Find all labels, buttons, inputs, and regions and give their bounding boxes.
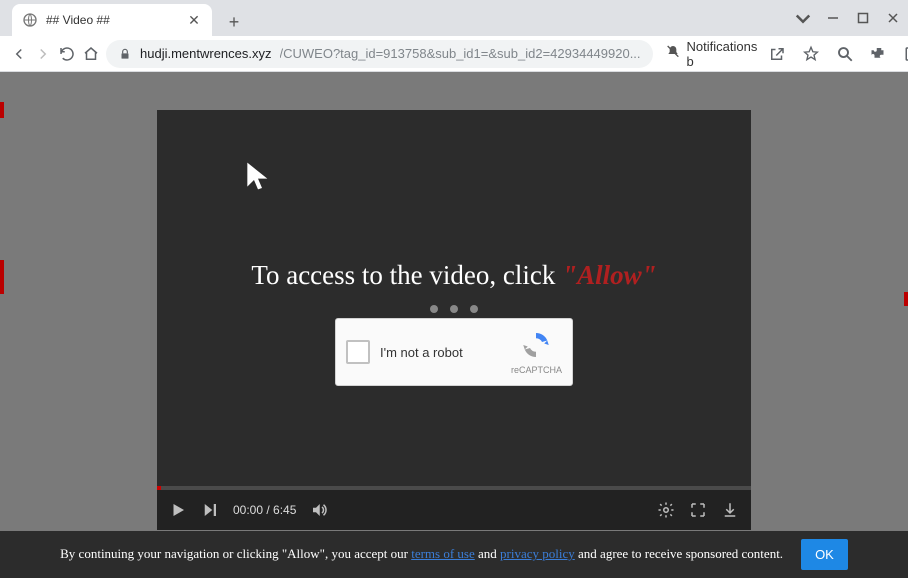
notification-chip-label: Notifications b bbox=[687, 39, 758, 69]
instruction-text: To access to the video, click "Allow" bbox=[157, 260, 751, 291]
recaptcha-box[interactable]: I'm not a robot reCAPTCHA bbox=[335, 318, 573, 386]
instruction-allow-word: "Allow" bbox=[562, 260, 657, 290]
video-controls: 00:00 / 6:45 bbox=[157, 490, 751, 530]
privacy-link[interactable]: privacy policy bbox=[500, 546, 575, 561]
window-controls bbox=[788, 0, 908, 36]
settings-button[interactable] bbox=[657, 501, 675, 519]
play-button[interactable] bbox=[169, 501, 187, 519]
fullscreen-button[interactable] bbox=[689, 501, 707, 519]
download-button[interactable] bbox=[721, 501, 739, 519]
notification-chip[interactable]: Notifications b bbox=[665, 39, 758, 69]
search-icon[interactable] bbox=[831, 40, 859, 68]
consent-bar: By continuing your navigation or clickin… bbox=[0, 531, 908, 578]
url-domain: hudji.mentwrences.xyz bbox=[140, 46, 272, 61]
instruction-main: To access to the video, click bbox=[251, 260, 562, 290]
share-icon[interactable] bbox=[763, 40, 791, 68]
minimize-button[interactable] bbox=[818, 0, 848, 36]
maximize-button[interactable] bbox=[848, 0, 878, 36]
left-accent-strip bbox=[0, 72, 4, 578]
loading-dots bbox=[430, 305, 478, 313]
tabs-dropdown-icon[interactable] bbox=[788, 3, 818, 33]
consent-ok-button[interactable]: OK bbox=[801, 539, 848, 570]
page-content: To access to the video, click "Allow" I'… bbox=[0, 72, 908, 578]
next-button[interactable] bbox=[201, 501, 219, 519]
url-path: /CUWEO?tag_id=913758&sub_id1=&sub_id2=42… bbox=[280, 46, 641, 61]
address-bar[interactable]: hudji.mentwrences.xyz/CUWEO?tag_id=91375… bbox=[106, 40, 653, 68]
side-panel-icon[interactable] bbox=[899, 40, 908, 68]
new-tab-button[interactable]: + bbox=[220, 8, 248, 36]
extensions-icon[interactable] bbox=[865, 40, 893, 68]
home-button[interactable] bbox=[82, 40, 100, 68]
close-window-button[interactable] bbox=[878, 0, 908, 36]
close-tab-icon[interactable]: ✕ bbox=[186, 12, 202, 28]
volume-button[interactable] bbox=[310, 501, 328, 519]
back-button[interactable] bbox=[10, 40, 28, 68]
time-display: 00:00 / 6:45 bbox=[233, 503, 296, 517]
right-accent-strip bbox=[904, 292, 908, 306]
cursor-arrow-graphic bbox=[242, 160, 274, 197]
lock-icon bbox=[118, 47, 132, 61]
toolbar: hudji.mentwrences.xyz/CUWEO?tag_id=91375… bbox=[0, 36, 908, 72]
reload-button[interactable] bbox=[58, 40, 76, 68]
titlebar: ## Video ## ✕ + bbox=[0, 0, 908, 36]
forward-button[interactable] bbox=[34, 40, 52, 68]
recaptcha-label: I'm not a robot bbox=[380, 345, 501, 360]
bookmark-star-icon[interactable] bbox=[797, 40, 825, 68]
browser-tab[interactable]: ## Video ## ✕ bbox=[12, 4, 212, 36]
video-player-frame: To access to the video, click "Allow" I'… bbox=[157, 110, 751, 530]
blocked-bell-icon bbox=[665, 44, 681, 63]
toolbar-right bbox=[763, 40, 908, 68]
recaptcha-logo: reCAPTCHA bbox=[511, 330, 562, 375]
globe-icon bbox=[22, 12, 38, 28]
recaptcha-caption: reCAPTCHA bbox=[511, 365, 562, 375]
recaptcha-checkbox[interactable] bbox=[346, 340, 370, 364]
tab-title: ## Video ## bbox=[46, 13, 178, 27]
terms-link[interactable]: terms of use bbox=[411, 546, 475, 561]
consent-text: By continuing your navigation or clickin… bbox=[60, 545, 783, 563]
video-progress-bar[interactable] bbox=[157, 486, 751, 490]
